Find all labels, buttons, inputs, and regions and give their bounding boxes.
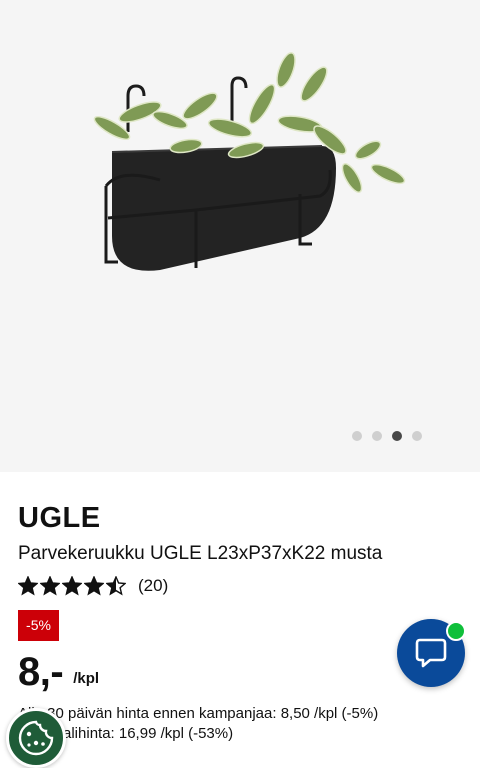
star-full-icon xyxy=(84,576,104,596)
gallery-dot[interactable] xyxy=(392,431,402,441)
product-description: Parvekeruukku UGLE L23xP37xK22 musta xyxy=(18,543,383,564)
product-rating[interactable]: (20) xyxy=(18,574,168,598)
chat-bubble-icon xyxy=(415,638,447,668)
gallery-dot[interactable] xyxy=(372,431,382,441)
product-price: 8,- /kpl xyxy=(18,650,99,695)
price-value: 8,- xyxy=(18,650,64,694)
price-unit: /kpl xyxy=(73,670,100,687)
star-full-icon xyxy=(62,576,82,596)
star-full-icon xyxy=(18,576,38,596)
rating-stars xyxy=(18,576,126,596)
gallery-dot[interactable] xyxy=(352,431,362,441)
star-full-icon xyxy=(40,576,60,596)
product-image[interactable] xyxy=(0,0,480,472)
online-status-dot xyxy=(446,621,466,641)
product-image-gallery[interactable] xyxy=(0,0,480,472)
cookie-icon xyxy=(18,720,54,756)
previous-lowest-price: Alin 30 päivän hinta ennen kampanjaa: 8,… xyxy=(18,705,379,722)
gallery-pagination xyxy=(352,431,422,441)
product-brand: UGLE xyxy=(18,502,101,534)
star-half-icon xyxy=(106,576,126,596)
gallery-dot[interactable] xyxy=(412,431,422,441)
discount-badge: -5% xyxy=(18,610,59,641)
cookie-settings-button[interactable] xyxy=(6,708,66,768)
rating-count: (20) xyxy=(138,576,169,595)
